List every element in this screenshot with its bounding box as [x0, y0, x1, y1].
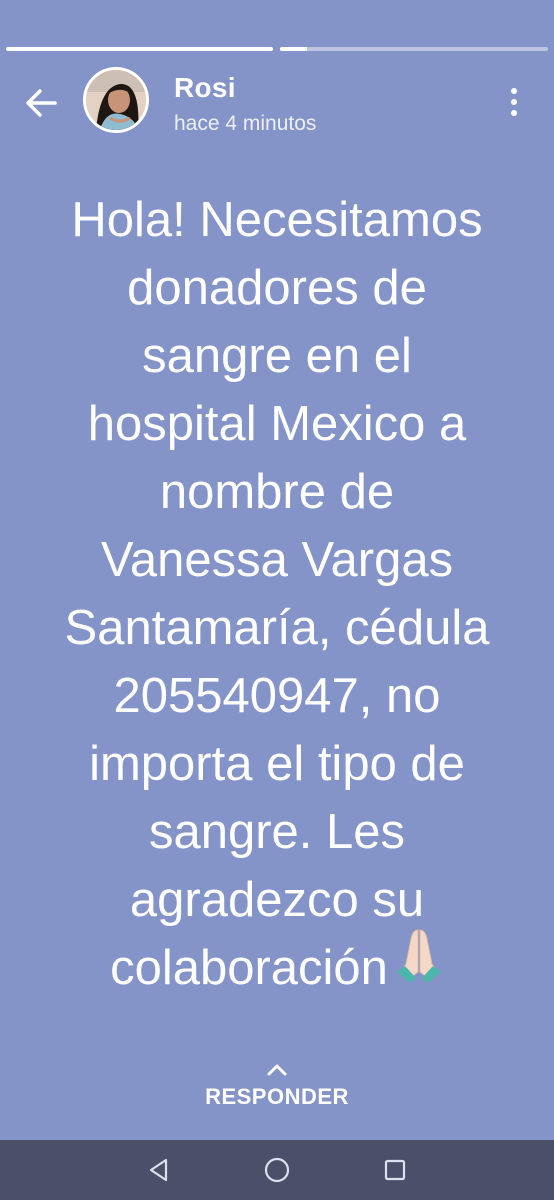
- story-header: Rosi hace 4 minutos: [0, 64, 554, 140]
- more-options-button[interactable]: [498, 82, 530, 122]
- author-name[interactable]: Rosi: [174, 72, 236, 104]
- story-progress-fill: [280, 47, 307, 51]
- story-progress-segment: [6, 47, 273, 51]
- nav-recents-button[interactable]: [380, 1155, 410, 1185]
- nav-back-button[interactable]: [144, 1155, 174, 1185]
- story-progress-segment: [280, 47, 548, 51]
- more-vertical-icon-dot: [511, 99, 517, 105]
- more-vertical-icon-dot: [511, 110, 517, 116]
- square-recents-icon: [384, 1159, 406, 1181]
- triangle-back-icon: [149, 1158, 168, 1182]
- circle-home-icon: [264, 1157, 290, 1183]
- more-vertical-icon: [511, 88, 517, 94]
- arrow-left-icon: [26, 89, 57, 117]
- story-message-text: Hola! Necesitamos donadores de sangre en…: [64, 193, 490, 995]
- reply-button[interactable]: RESPONDER: [0, 1060, 554, 1124]
- story-timestamp: hace 4 minutos: [174, 112, 317, 135]
- chevron-up-icon: [267, 1064, 287, 1076]
- story-progress: [6, 47, 548, 51]
- story-message: Hola! Necesitamos donadores de sangre en…: [20, 186, 534, 1002]
- nav-home-button[interactable]: [262, 1155, 292, 1185]
- profile-photo: [86, 70, 146, 130]
- story-progress-fill: [6, 47, 273, 51]
- reply-label: RESPONDER: [205, 1084, 349, 1109]
- avatar[interactable]: [83, 67, 149, 133]
- system-navigation-bar: [0, 1140, 554, 1200]
- back-button[interactable]: [18, 80, 64, 126]
- folded-hands-icon: [394, 926, 444, 1002]
